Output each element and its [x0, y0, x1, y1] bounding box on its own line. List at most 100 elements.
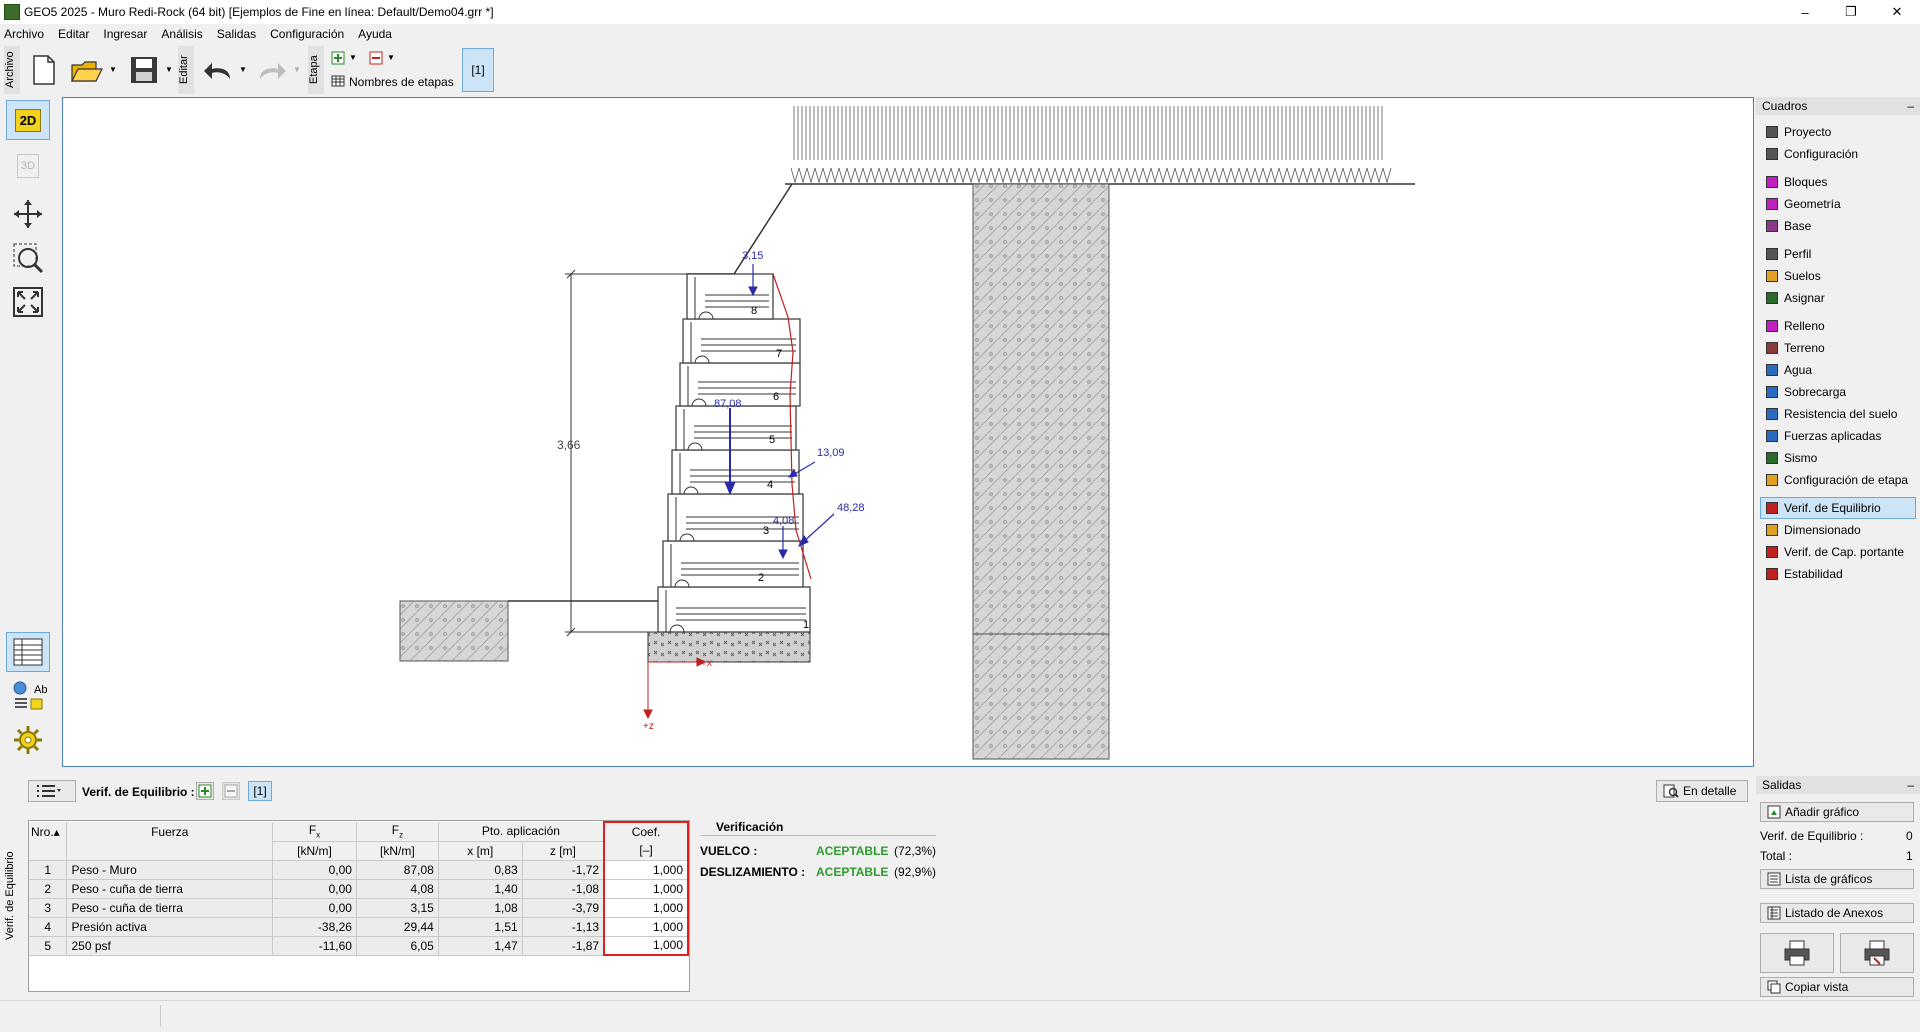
menu-archivo[interactable]: Archivo	[4, 27, 44, 41]
frame-item-asignar[interactable]: Asignar	[1756, 287, 1920, 309]
save-dropdown-arrow[interactable]: ▼	[164, 64, 174, 74]
menu-analisis[interactable]: Análisis	[161, 27, 202, 41]
frame-item-resistencia-del-suelo[interactable]: Resistencia del suelo	[1756, 403, 1920, 425]
outputs-collapse-button[interactable]: –	[1907, 778, 1914, 792]
minimize-button[interactable]: –	[1782, 0, 1828, 24]
save-button[interactable]	[126, 52, 162, 88]
close-button[interactable]: ✕	[1874, 0, 1920, 24]
redo-dropdown-arrow[interactable]: ▼	[292, 64, 302, 74]
cell-coef[interactable]: 1,000	[603, 936, 689, 956]
frame-item-verif-de-equilibrio[interactable]: Verif. de Equilibrio	[1760, 497, 1916, 519]
redo-button[interactable]	[254, 56, 290, 86]
print-button[interactable]	[1760, 933, 1834, 973]
frames-collapse-button[interactable]: –	[1907, 99, 1914, 113]
open-file-button[interactable]	[70, 54, 106, 88]
frame-item-relleno[interactable]: Relleno	[1756, 315, 1920, 337]
cell-coef[interactable]: 1,000	[603, 917, 689, 937]
open-dropdown-arrow[interactable]: ▼	[108, 64, 118, 74]
cell-fz: 29,44	[356, 917, 439, 937]
toolbar-group-editar: Editar	[178, 46, 194, 94]
new-file-button[interactable]	[28, 52, 60, 88]
analysis-stage-tab[interactable]: [1]	[248, 781, 272, 801]
analysis-list-button[interactable]	[28, 780, 76, 802]
col-header-nro[interactable]: Nro.▴	[29, 822, 68, 861]
stage-names-button[interactable]: Nombres de etapas	[349, 75, 454, 89]
frame-item-bloques[interactable]: Bloques	[1756, 171, 1920, 193]
frame-item-base[interactable]: Base	[1756, 215, 1920, 237]
view-3d-button[interactable]: 3D	[6, 146, 50, 186]
col-header-pto[interactable]: Pto. aplicación	[438, 822, 605, 842]
table-row[interactable]: 1 Peso - Muro 0,00 87,08 0,83 -1,72 1,000	[29, 860, 689, 880]
add-graphic-button[interactable]: Añadir gráfico	[1760, 802, 1914, 822]
remove-analysis-button[interactable]	[222, 782, 240, 800]
frame-item-geometría[interactable]: Geometría	[1756, 193, 1920, 215]
col-header-fz[interactable]: Fz	[356, 822, 439, 842]
frame-item-fuerzas-aplicadas[interactable]: Fuerzas aplicadas	[1756, 425, 1920, 447]
cell-coef[interactable]: 1,000	[603, 879, 689, 899]
block-number-7: 7	[776, 348, 782, 360]
frame-item-perfil[interactable]: Perfil	[1756, 243, 1920, 265]
water-icon	[1766, 364, 1778, 376]
details-button[interactable]: En detalle	[1656, 780, 1748, 802]
dimensioning-icon	[1766, 524, 1778, 536]
remove-stage-dropdown[interactable]: ▼	[386, 52, 396, 62]
frame-item-estabilidad[interactable]: Estabilidad	[1756, 563, 1920, 585]
frame-item-dimensionado[interactable]: Dimensionado	[1756, 519, 1920, 541]
stage-names-button-icon-wrap[interactable]	[330, 74, 346, 88]
col-header-coef[interactable]: Coef.	[603, 821, 689, 841]
table-row[interactable]: 3 Peso - cuña de tierra 0,00 3,15 1,08 -3,79 1…	[29, 898, 689, 918]
col-header-z[interactable]: z [m]	[522, 841, 605, 861]
table-row[interactable]: 2 Peso - cuña de tierra 0,00 4,08 1,40 -1,08 1…	[29, 879, 689, 899]
view-2d-button[interactable]: 2D	[6, 100, 50, 140]
col-header-x[interactable]: x [m]	[438, 841, 523, 861]
remove-stage-button[interactable]	[368, 50, 384, 66]
cell-coef[interactable]: 1,000	[603, 860, 689, 880]
move-arrows-icon	[14, 200, 42, 228]
frame-item-label: Fuerzas aplicadas	[1784, 429, 1882, 443]
cell-z: -1,87	[522, 936, 605, 956]
add-stage-dropdown[interactable]: ▼	[348, 52, 358, 62]
add-stage-button[interactable]	[330, 50, 346, 66]
graphics-list-icon	[1767, 872, 1781, 886]
frame-item-agua[interactable]: Agua	[1756, 359, 1920, 381]
restore-button[interactable]: ❐	[1828, 0, 1874, 24]
frame-item-suelos[interactable]: Suelos	[1756, 265, 1920, 287]
frame-item-proyecto[interactable]: Proyecto	[1756, 121, 1920, 143]
status-bar	[0, 1000, 1920, 1032]
undo-button[interactable]	[200, 56, 236, 86]
annex-list-button[interactable]: Listado de Anexos	[1760, 903, 1914, 923]
wall-base	[647, 631, 811, 663]
table-row[interactable]: 4 Presión activa -38,26 29,44 1,51 -1,13 1,000	[29, 917, 689, 937]
menu-ingresar[interactable]: Ingresar	[103, 27, 147, 41]
frame-item-configuración-de-etapa[interactable]: Configuración de etapa	[1756, 469, 1920, 491]
menu-salidas[interactable]: Salidas	[217, 27, 256, 41]
frame-item-sismo[interactable]: Sismo	[1756, 447, 1920, 469]
stage-tab-1[interactable]: [1]	[462, 48, 494, 92]
move-view-button[interactable]	[6, 194, 50, 234]
graphics-list-button[interactable]: Lista de gráficos	[1760, 869, 1914, 889]
drawing-canvas[interactable]: 1 2 3 4 5 6 7 8 3,66 3,15 87,08 13,09 48…	[62, 97, 1754, 767]
table-row[interactable]: 5 250 psf -11,60 6,05 1,47 -1,87 1,000	[29, 936, 689, 956]
menu-configuracion[interactable]: Configuración	[270, 27, 344, 41]
frame-item-terreno[interactable]: Terreno	[1756, 337, 1920, 359]
print-export-button[interactable]	[1840, 933, 1914, 973]
col-header-fuerza[interactable]: Fuerza	[66, 822, 274, 861]
copy-view-button[interactable]: Copiar vista	[1760, 977, 1914, 997]
display-style-button[interactable]: Ab	[6, 676, 50, 716]
zoom-extents-button[interactable]	[6, 282, 50, 322]
zoom-window-button[interactable]	[6, 238, 50, 278]
frame-item-sobrecarga[interactable]: Sobrecarga	[1756, 381, 1920, 403]
col-header-fx[interactable]: Fx	[272, 822, 357, 842]
frame-item-configuración[interactable]: Configuración	[1756, 143, 1920, 165]
undo-dropdown-arrow[interactable]: ▼	[238, 64, 248, 74]
settings-button[interactable]	[6, 720, 50, 760]
add-analysis-button[interactable]	[196, 782, 214, 800]
menu-ayuda[interactable]: Ayuda	[358, 27, 392, 41]
cell-fuerza: Presión activa	[66, 917, 274, 937]
frame-item-verif-de-cap-portante[interactable]: Verif. de Cap. portante	[1756, 541, 1920, 563]
table-view-button[interactable]	[6, 632, 50, 672]
frame-item-label: Asignar	[1784, 291, 1825, 305]
menu-editar[interactable]: Editar	[58, 27, 89, 41]
cell-coef[interactable]: 1,000	[603, 898, 689, 918]
frame-item-label: Verif. de Equilibrio	[1784, 501, 1881, 515]
